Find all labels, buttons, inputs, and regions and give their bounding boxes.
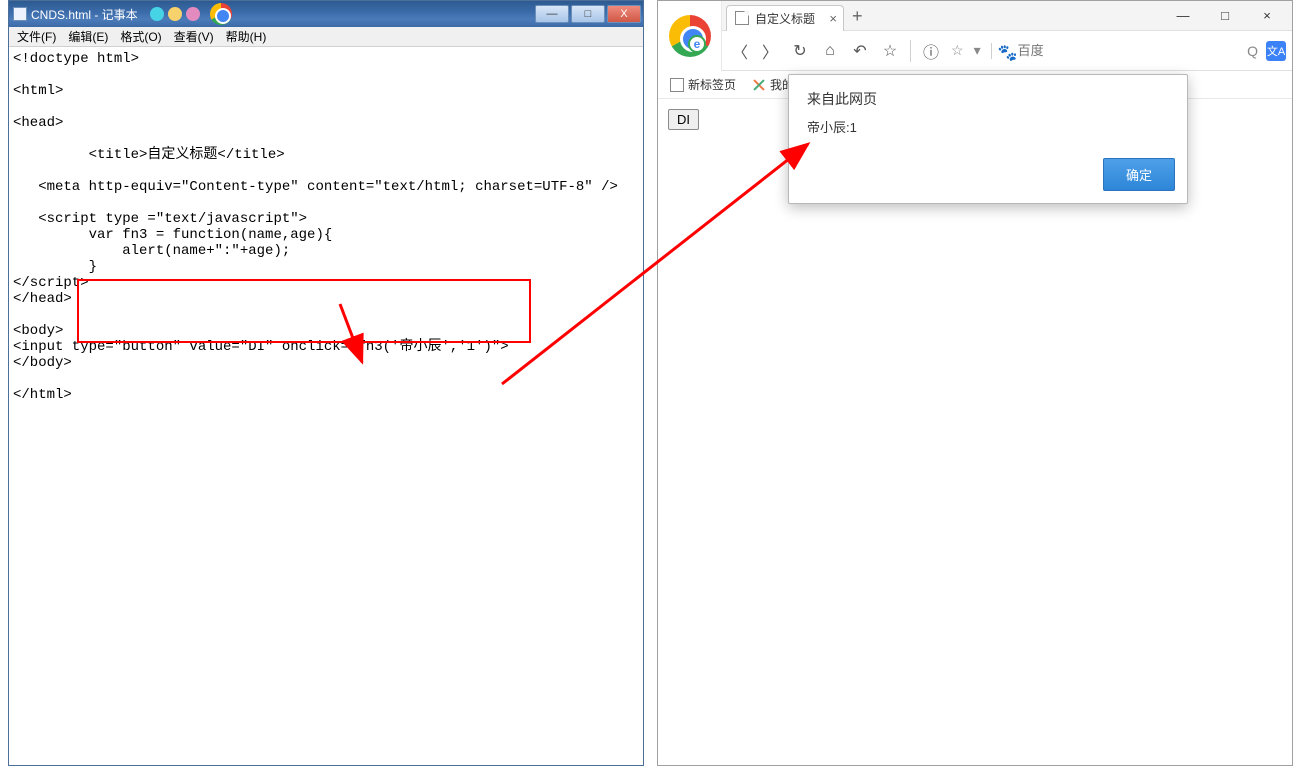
nav-home-icon[interactable]: ⌂ xyxy=(816,37,844,65)
site-info-icon[interactable]: ⓘ xyxy=(917,37,945,65)
addr-dropdown-icon[interactable]: ▾ xyxy=(974,42,981,59)
page-icon xyxy=(735,11,749,25)
minimize-button[interactable]: — xyxy=(1162,2,1204,30)
maximize-button[interactable]: □ xyxy=(1204,2,1246,30)
browser-toolbar: 〈 〉 ↻ ⌂ ↶ ☆ ⓘ ☆ ▾ 🐾 Q 文A xyxy=(658,31,1292,71)
browser-titlebar: 自定义标题 × + — □ × xyxy=(658,1,1292,31)
browser-logo[interactable]: e xyxy=(658,1,722,71)
tool-icon-a xyxy=(150,7,164,21)
chrome-logo-icon xyxy=(669,15,711,57)
alert-message: 帝小辰:1 xyxy=(789,113,1187,152)
browser-window-controls: — □ × xyxy=(1162,2,1292,30)
notepad-menubar: 文件(F) 编辑(E) 格式(O) 查看(V) 帮助(H) xyxy=(9,27,643,47)
minimize-button[interactable]: — xyxy=(535,5,569,23)
menu-format[interactable]: 格式(O) xyxy=(114,28,167,45)
tab-title: 自定义标题 xyxy=(755,10,815,27)
alert-ok-button[interactable]: 确定 xyxy=(1103,158,1175,191)
code-before: <!doctype html> <html> <head> <title>自定义… xyxy=(13,51,618,227)
chrome-e-badge: e xyxy=(688,35,706,53)
browser-tab[interactable]: 自定义标题 × xyxy=(726,5,844,31)
notepad-app-icon xyxy=(13,7,27,21)
annotation-red-box xyxy=(77,279,531,343)
di-button[interactable]: DI xyxy=(668,109,699,130)
bookmark-item-newtab[interactable]: 新标签页 xyxy=(664,76,742,93)
tool-icon-c xyxy=(186,7,200,21)
search-input[interactable] xyxy=(1018,43,1246,58)
alert-dialog: 来自此网页 帝小辰:1 确定 xyxy=(788,74,1188,204)
toolbar-separator xyxy=(910,40,911,62)
code-highlight: var fn3 = function(name,age){ alert(name… xyxy=(13,227,332,275)
nav-undo-icon[interactable]: ↶ xyxy=(846,37,874,65)
search-glass-icon[interactable]: Q xyxy=(1247,43,1258,59)
maximize-button[interactable]: □ xyxy=(571,5,605,23)
page-icon xyxy=(670,78,684,92)
nav-refresh-icon[interactable]: ↻ xyxy=(786,37,814,65)
notepad-window-controls: — □ X xyxy=(533,5,641,23)
nav-back-icon[interactable]: 〈 xyxy=(726,37,754,65)
close-button[interactable]: × xyxy=(1246,2,1288,30)
alert-button-row: 确定 xyxy=(789,152,1187,203)
tool-icon-b xyxy=(168,7,182,21)
notepad-content[interactable]: <!doctype html> <html> <head> <title>自定义… xyxy=(9,47,643,765)
bookmark-label: 新标签页 xyxy=(688,76,736,93)
baidu-paw-icon: 🐾 xyxy=(998,43,1014,59)
menu-view[interactable]: 查看(V) xyxy=(168,28,220,45)
close-button[interactable]: X xyxy=(607,5,641,23)
x-icon xyxy=(752,78,766,92)
alert-title: 来自此网页 xyxy=(789,75,1187,113)
notepad-window: CNDS.html - 记事本 — □ X 文件(F) 编辑(E) 格式(O) … xyxy=(8,0,644,766)
menu-edit[interactable]: 编辑(E) xyxy=(62,28,114,45)
search-area: 🐾 xyxy=(991,43,1246,59)
nav-forward-icon[interactable]: 〉 xyxy=(756,37,784,65)
menu-help[interactable]: 帮助(H) xyxy=(220,28,273,45)
notepad-titlebar[interactable]: CNDS.html - 记事本 — □ X xyxy=(9,1,643,27)
translate-icon[interactable]: 文A xyxy=(1266,41,1286,61)
nav-bookmark-icon[interactable]: ☆ xyxy=(876,37,904,65)
menu-file[interactable]: 文件(F) xyxy=(11,28,62,45)
addr-star-icon[interactable]: ☆ xyxy=(951,42,964,59)
new-tab-button[interactable]: + xyxy=(852,6,863,27)
chrome-icon xyxy=(210,3,232,25)
tab-close-icon[interactable]: × xyxy=(829,11,837,26)
notepad-title: CNDS.html - 记事本 xyxy=(31,6,138,23)
toolbar-right-icons: Q 文A xyxy=(1247,41,1292,61)
titlebar-extra-icons xyxy=(150,3,232,25)
